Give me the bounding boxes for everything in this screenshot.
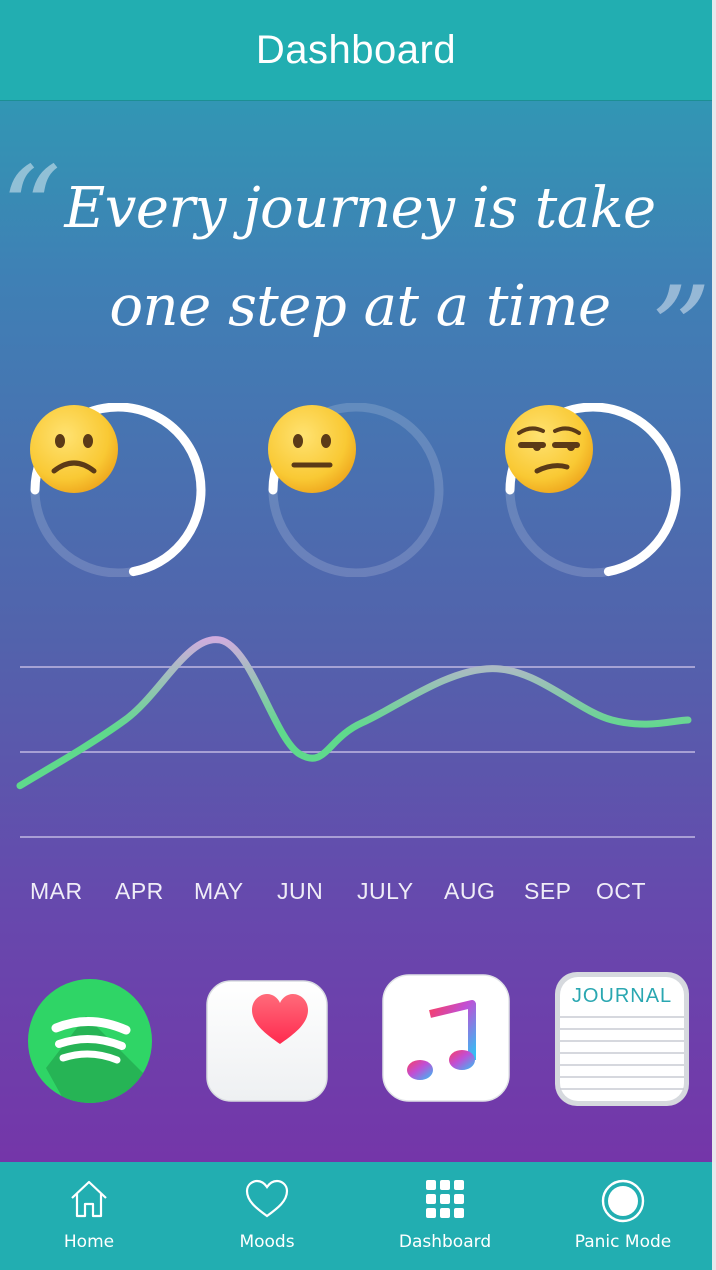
journal-app-label: JOURNAL [571, 985, 673, 1007]
frowning-face-emoji-icon [30, 405, 118, 493]
x-tick-label: JULY [357, 878, 414, 904]
health-app-icon[interactable] [206, 980, 328, 1102]
header-bar: Dashboard [0, 0, 712, 101]
quote-close-mark: ” [650, 262, 712, 401]
music-app-icon[interactable] [382, 974, 510, 1102]
chart-x-axis-labels: MAR APR MAY JUN JULY AUG SEP OCT [0, 878, 712, 908]
x-tick-label: JUN [277, 878, 324, 904]
x-tick-label: APR [115, 878, 164, 904]
home-icon [71, 1180, 107, 1218]
heart-icon [245, 1179, 289, 1218]
tab-dashboard-label: Dashboard [398, 1232, 492, 1252]
tab-home[interactable]: Home [0, 1162, 178, 1270]
mood-line-chart [16, 636, 695, 838]
x-tick-label: SEP [524, 878, 572, 904]
scrollbar[interactable] [712, 0, 716, 1270]
mood-ring-2[interactable] [266, 403, 446, 577]
panic-circle-icon [601, 1179, 645, 1223]
x-tick-label: MAY [194, 878, 244, 904]
x-tick-label: OCT [596, 878, 647, 904]
unamused-face-emoji-icon [505, 405, 593, 493]
quote-line-1: Every journey is take [64, 176, 656, 241]
tab-dashboard[interactable]: Dashboard [356, 1162, 534, 1270]
quote-line-2: one step at a time [109, 274, 611, 339]
spotify-app-icon[interactable] [26, 978, 154, 1104]
journal-app-icon[interactable]: JOURNAL [554, 971, 690, 1107]
x-tick-label: AUG [444, 878, 496, 904]
motivational-quote: Every journey is take one step at a time [40, 160, 680, 356]
tab-moods[interactable]: Moods [178, 1162, 356, 1270]
grid-icon [426, 1180, 464, 1218]
dashboard-screen: Dashboard “ Every journey is take one st… [0, 0, 712, 1270]
tab-home-label: Home [63, 1232, 115, 1252]
mood-ring-3[interactable] [503, 403, 683, 577]
page-title: Dashboard [255, 27, 457, 72]
neutral-face-emoji-icon [268, 405, 356, 493]
tab-moods-label: Moods [239, 1232, 295, 1252]
tab-panic-mode-label: Panic Mode [574, 1232, 672, 1252]
x-tick-label: MAR [30, 878, 83, 904]
chart-grid [20, 666, 695, 838]
mood-ring-1[interactable] [28, 403, 208, 577]
mood-series-line [16, 636, 692, 790]
bottom-tab-bar: Home Moods Dashboard Panic Mode [0, 1162, 712, 1270]
tab-panic-mode[interactable]: Panic Mode [534, 1162, 712, 1270]
